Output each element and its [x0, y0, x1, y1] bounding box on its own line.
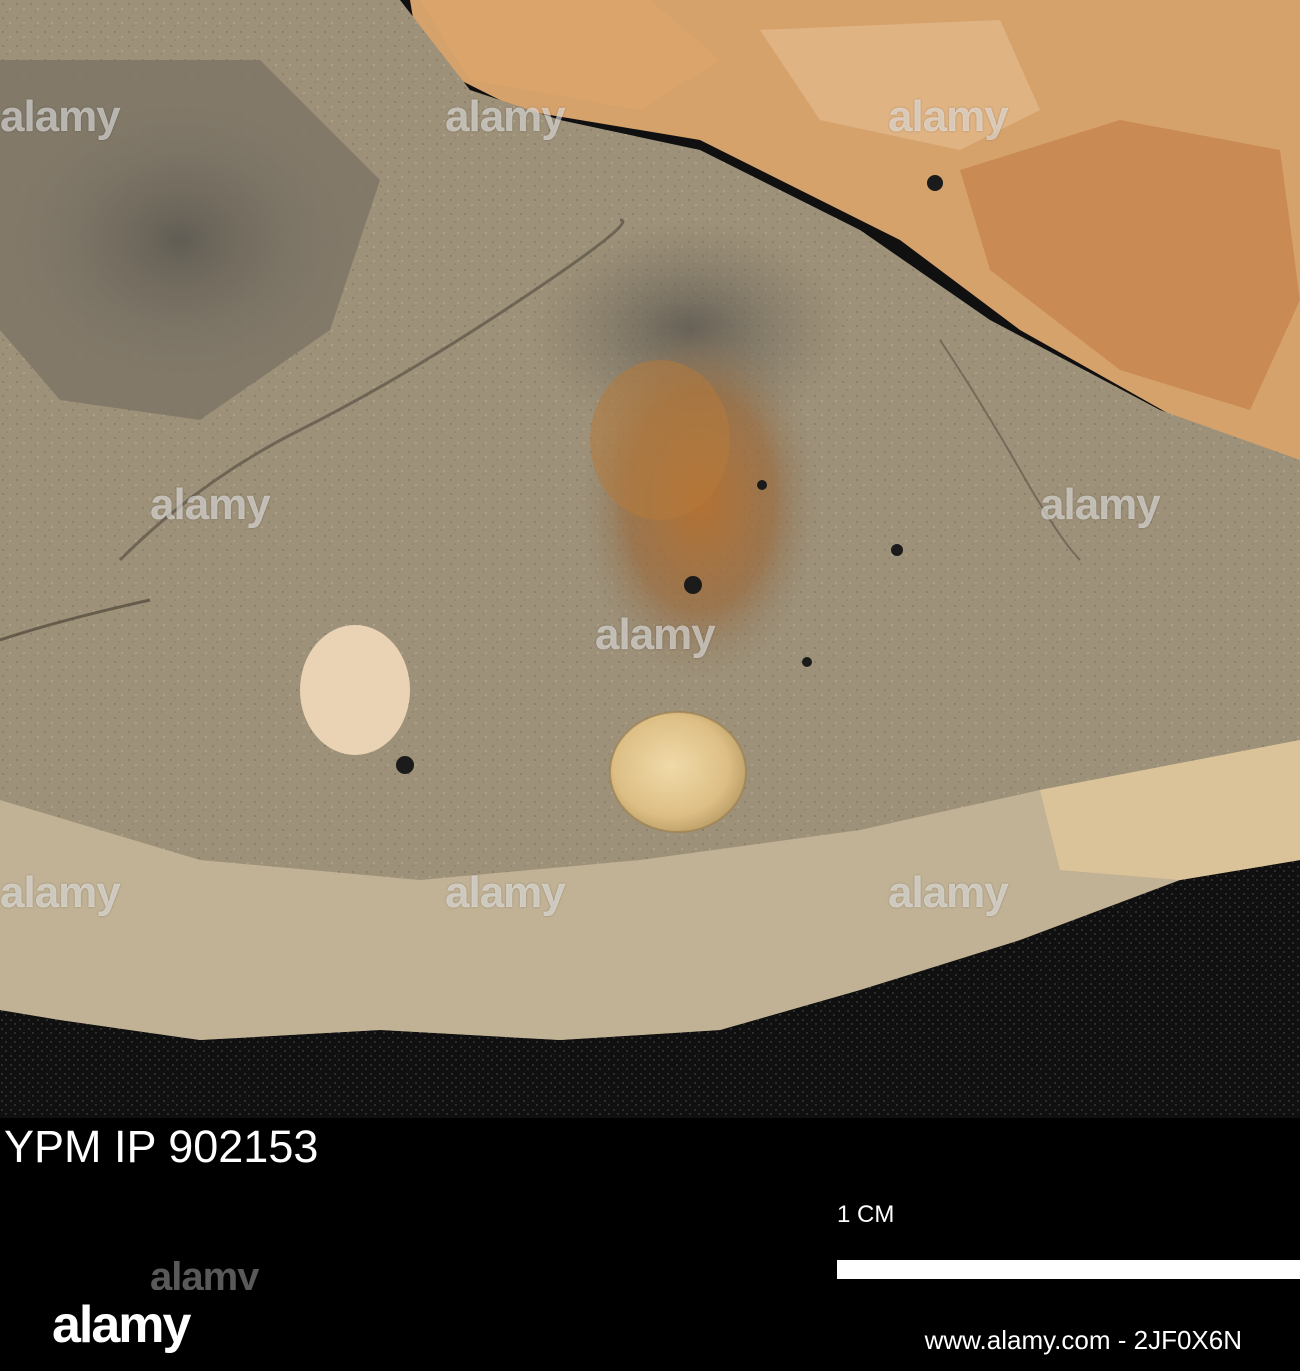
alamy-logo: alamy — [52, 1296, 191, 1354]
watermark: alamy — [445, 868, 566, 917]
watermark: alamy — [445, 92, 566, 141]
watermark: alamy — [150, 480, 271, 529]
watermark: alamy — [888, 92, 1009, 141]
scale-label: 1 CM — [837, 1201, 895, 1228]
watermark: alamy — [0, 92, 121, 141]
specimen-id: YPM IP 902153 — [4, 1121, 319, 1172]
watermark: alamy — [888, 868, 1009, 917]
stock-id: www.alamy.com - 2JF0X6N — [924, 1325, 1242, 1355]
scale-bar — [837, 1260, 1300, 1279]
watermark: alamy — [0, 868, 121, 917]
watermark: alamy — [595, 610, 716, 659]
watermark: alamy — [1040, 480, 1161, 529]
fossil-photo — [0, 0, 1300, 1118]
rock-illustration — [0, 0, 1300, 1118]
